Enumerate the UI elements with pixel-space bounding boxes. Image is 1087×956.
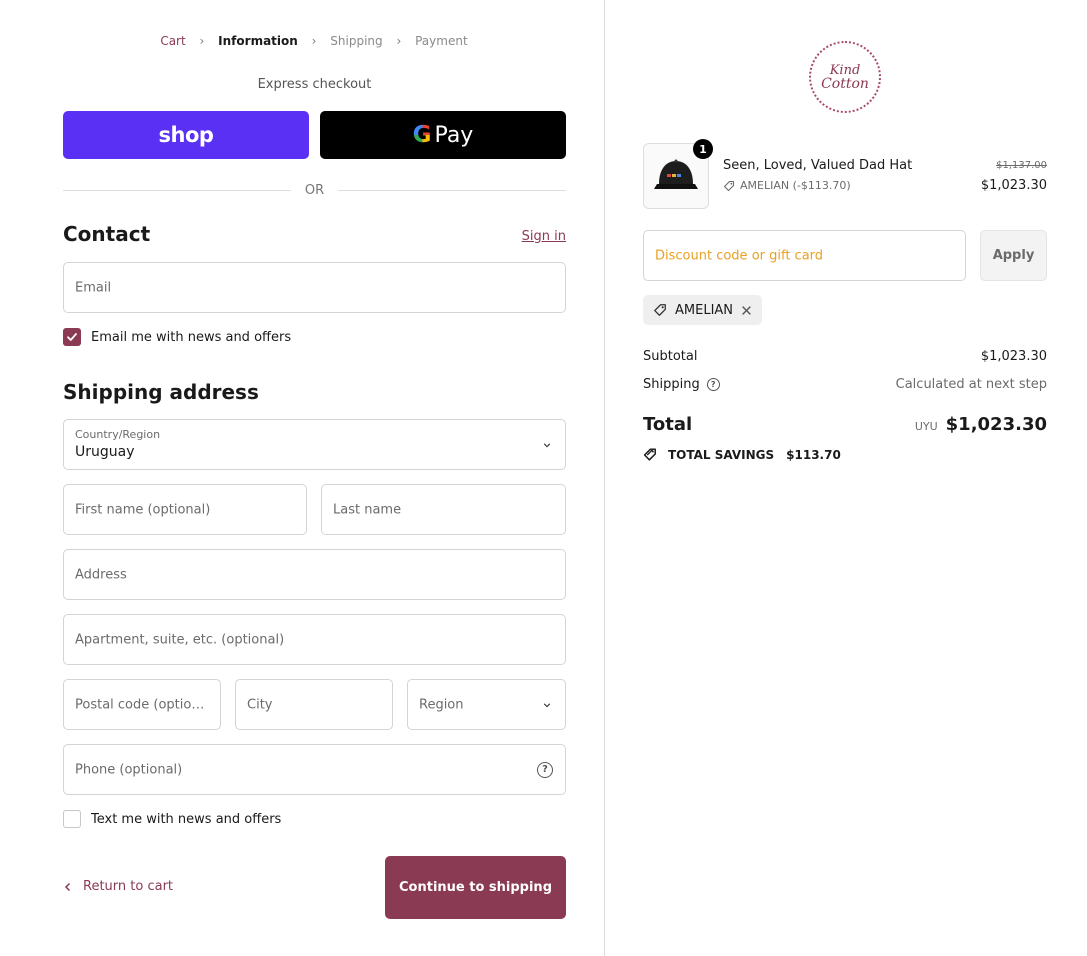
tag-icon: [654, 304, 666, 316]
text-news-checkbox[interactable]: [63, 810, 81, 828]
product-discount: AMELIAN (-$113.70): [723, 179, 851, 192]
email-news-checkbox[interactable]: [63, 328, 81, 346]
address-field[interactable]: Address: [63, 549, 566, 600]
breadcrumb-shipping: Shipping: [330, 33, 383, 48]
total-savings-amount: $113.70: [786, 447, 841, 462]
contact-heading: Contact: [63, 222, 151, 246]
email-news-option[interactable]: Email me with news and offers: [63, 328, 291, 346]
email-placeholder: Email: [75, 280, 112, 295]
breadcrumb-payment: Payment: [415, 33, 468, 48]
postal-code-placeholder: Postal code (optional): [75, 697, 211, 712]
shipping-label-group: Shipping ?: [643, 377, 720, 392]
express-checkout-title: Express checkout: [257, 77, 372, 92]
apartment-field[interactable]: Apartment, suite, etc. (optional): [63, 614, 566, 665]
last-name-field[interactable]: Last name: [321, 484, 566, 535]
product-discount-label: AMELIAN (-$113.70): [740, 179, 851, 192]
country-value: Uruguay: [75, 444, 135, 460]
apply-label: Apply: [992, 248, 1035, 263]
continue-to-shipping-label: Continue to shipping: [399, 880, 552, 895]
divider-line: [63, 189, 291, 191]
total-savings: TOTAL SAVINGS $113.70: [643, 447, 841, 462]
chevron-left-icon: [64, 882, 71, 891]
total-amount-group: UYU $1,023.30: [915, 414, 1047, 435]
apartment-placeholder: Apartment, suite, etc. (optional): [75, 632, 285, 647]
quantity-badge: 1: [693, 139, 713, 159]
shipping-value: Calculated at next step: [895, 377, 1047, 392]
return-to-cart-link[interactable]: Return to cart: [63, 879, 173, 894]
breadcrumb-cart[interactable]: Cart: [160, 34, 185, 48]
apply-discount-button[interactable]: Apply: [980, 230, 1047, 281]
total-amount: $1,023.30: [945, 414, 1047, 435]
country-select[interactable]: Country/Region Uruguay: [63, 419, 566, 470]
google-g-icon: G: [412, 122, 432, 148]
chevron-right-icon: ›: [311, 33, 317, 48]
checkout-form-panel: Cart › Information › Shipping › Payment …: [0, 0, 605, 956]
currency-code: UYU: [914, 420, 938, 433]
product-name: Seen, Loved, Valued Dad Hat: [723, 158, 913, 173]
sign-in-link[interactable]: Sign in: [466, 229, 566, 244]
shop-pay-button[interactable]: shop: [63, 111, 309, 159]
product-original-price: $1,137.00: [996, 160, 1047, 171]
applied-discount-code: AMELIAN: [675, 302, 734, 318]
breadcrumb: Cart › Information › Shipping › Payment: [0, 33, 628, 48]
discount-code-field[interactable]: Discount code or gift card: [643, 230, 966, 281]
postal-code-field[interactable]: Postal code (optional): [63, 679, 221, 730]
discount-code-placeholder: Discount code or gift card: [655, 248, 824, 263]
text-news-option[interactable]: Text me with news and offers: [63, 810, 281, 828]
chevron-right-icon: ›: [199, 33, 205, 48]
continue-to-shipping-button[interactable]: Continue to shipping: [385, 856, 566, 919]
last-name-placeholder: Last name: [333, 502, 402, 517]
subtotal-row: Subtotal $1,023.30: [643, 349, 1047, 364]
text-news-label: Text me with news and offers: [91, 811, 282, 827]
phone-placeholder: Phone (optional): [75, 762, 183, 777]
chevron-down-icon: [543, 702, 551, 707]
shipping-row: Shipping ? Calculated at next step: [643, 377, 1047, 392]
savings-tag-icon: [643, 448, 656, 461]
city-field[interactable]: City: [235, 679, 393, 730]
first-name-placeholder: First name (optional): [75, 502, 211, 517]
close-icon[interactable]: [741, 305, 752, 316]
shipping-address-heading: Shipping address: [63, 380, 259, 404]
tag-icon: [723, 180, 735, 191]
total-row: Total UYU $1,023.30: [643, 414, 1047, 435]
city-placeholder: City: [247, 697, 273, 712]
shop-pay-label: shop: [158, 123, 214, 147]
return-to-cart-label: Return to cart: [83, 879, 174, 894]
logo-line2: Cotton: [821, 75, 869, 92]
divider-line: [338, 189, 567, 191]
breadcrumb-information: Information: [218, 33, 298, 48]
chevron-down-icon: [543, 442, 551, 447]
email-field[interactable]: Email: [63, 262, 566, 313]
country-label: Country/Region: [75, 428, 161, 441]
checkmark-icon: [67, 333, 77, 341]
shipping-label: Shipping: [643, 377, 700, 392]
or-divider: OR: [63, 182, 567, 198]
chevron-right-icon: ›: [396, 33, 402, 48]
hat-icon: [654, 159, 698, 189]
total-label: Total: [643, 414, 693, 435]
first-name-field[interactable]: First name (optional): [63, 484, 307, 535]
google-pay-label: Pay: [434, 122, 474, 148]
email-news-label: Email me with news and offers: [91, 329, 292, 345]
help-icon[interactable]: ?: [706, 378, 720, 391]
address-placeholder: Address: [75, 567, 127, 582]
subtotal-label: Subtotal: [643, 349, 698, 364]
or-label: OR: [304, 182, 325, 198]
applied-discount-chip: AMELIAN: [643, 295, 763, 325]
order-summary-panel: Kind Cotton 1 Seen, Loved, Valued Dad Ha…: [605, 0, 1087, 956]
google-pay-button[interactable]: G Pay: [320, 111, 566, 159]
phone-field[interactable]: Phone (optional) ?: [63, 744, 566, 795]
region-placeholder: Region: [419, 697, 464, 712]
store-logo[interactable]: Kind Cotton: [809, 41, 881, 113]
subtotal-value: $1,023.30: [980, 349, 1047, 364]
total-savings-label: TOTAL SAVINGS: [668, 447, 775, 462]
help-icon[interactable]: ?: [537, 761, 553, 778]
product-price: $1,023.30: [980, 178, 1047, 193]
region-select[interactable]: Region: [407, 679, 566, 730]
logo-line1: Kind: [829, 62, 861, 78]
